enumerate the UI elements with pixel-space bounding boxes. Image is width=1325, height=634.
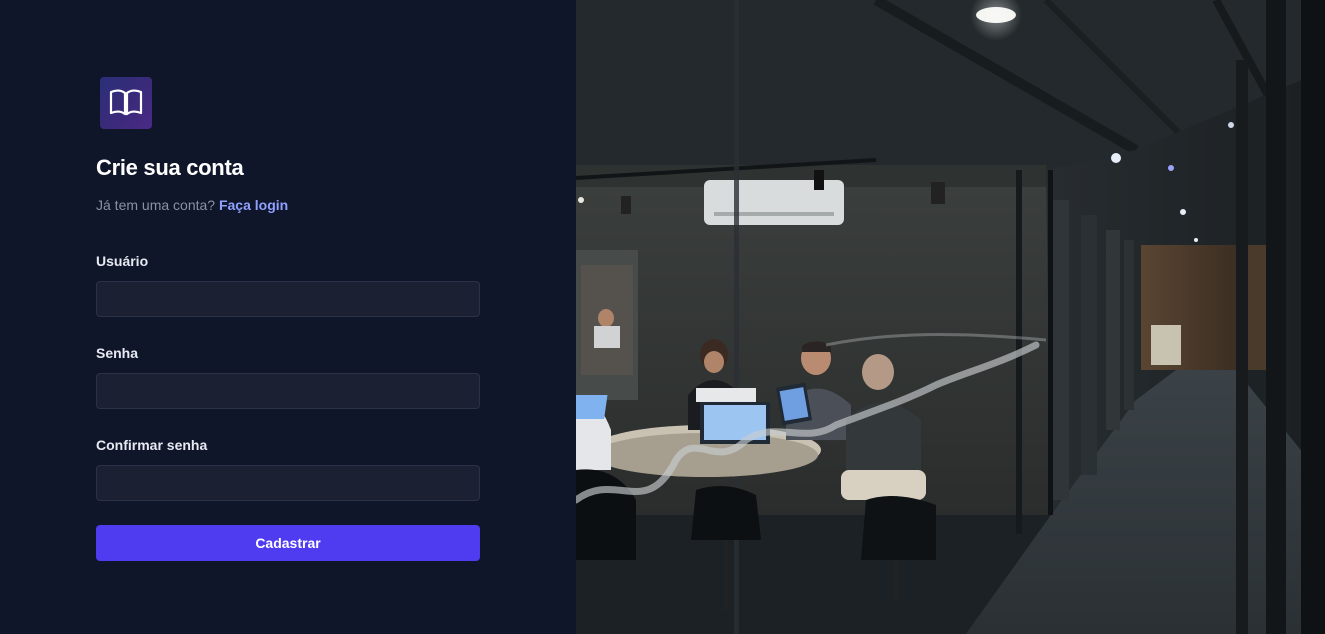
confirm-password-input[interactable] <box>96 465 480 501</box>
username-input[interactable] <box>96 281 480 317</box>
signup-panel: Crie sua conta Já tem uma conta? Faça lo… <box>0 0 576 634</box>
office-photo-illustration <box>576 0 1325 634</box>
password-input[interactable] <box>96 373 480 409</box>
app-logo <box>100 77 152 129</box>
submit-button[interactable]: Cadastrar <box>96 525 480 561</box>
login-prompt: Já tem uma conta? Faça login <box>96 197 288 213</box>
page-title: Crie sua conta <box>96 155 244 180</box>
office-photo <box>576 0 1325 634</box>
login-link[interactable]: Faça login <box>219 197 288 213</box>
login-prompt-text: Já tem uma conta? <box>96 197 216 213</box>
username-label: Usuário <box>96 253 149 269</box>
signup-page: Crie sua conta Já tem uma conta? Faça lo… <box>0 0 1325 634</box>
confirm-password-label: Confirmar senha <box>96 437 208 453</box>
open-book-icon <box>109 89 143 116</box>
password-label: Senha <box>96 345 139 361</box>
